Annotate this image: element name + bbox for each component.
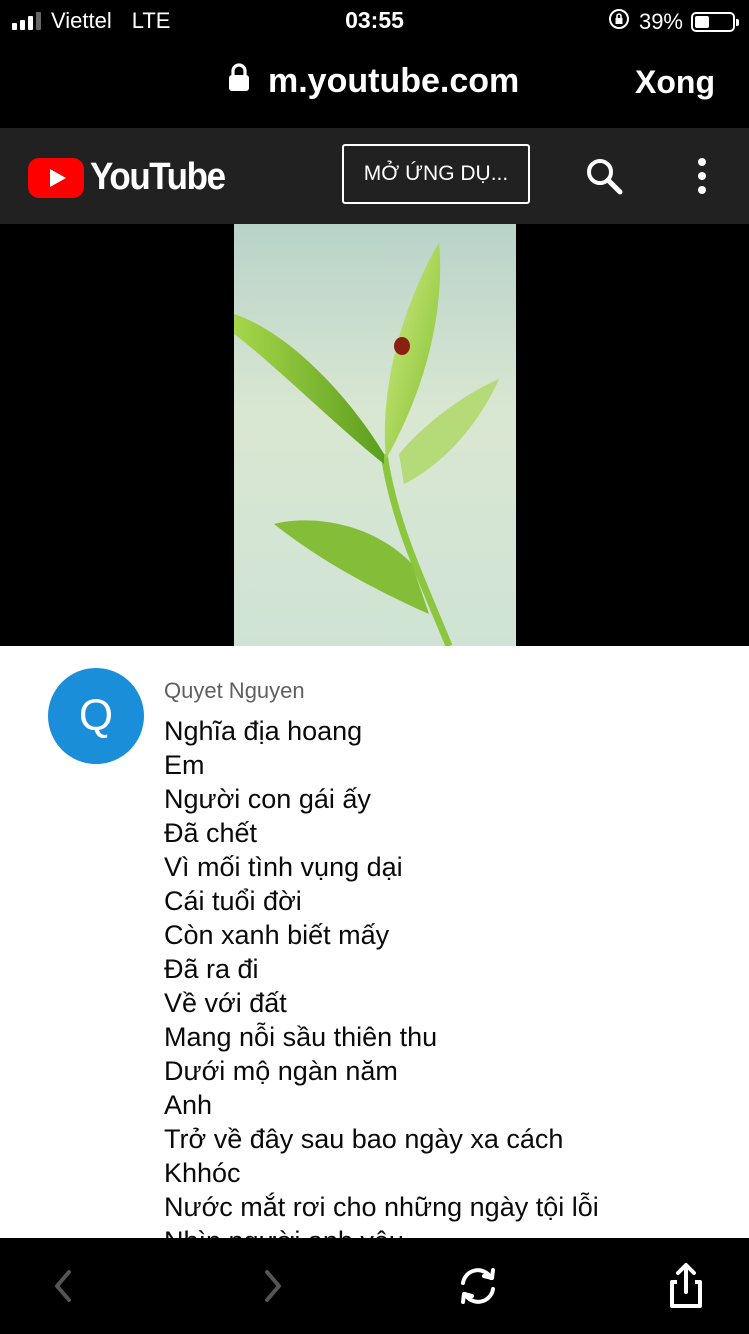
video-player[interactable] xyxy=(0,224,749,646)
comment-line: Về với đất xyxy=(164,988,287,1018)
avatar[interactable]: Q xyxy=(48,668,144,764)
url-text: m.youtube.com xyxy=(268,62,520,100)
browser-toolbar xyxy=(0,1238,749,1334)
comment-line: Em xyxy=(164,750,205,780)
comment-line: Nhìn người anh yêu xyxy=(164,1224,599,1238)
lock-icon xyxy=(228,62,250,101)
share-icon[interactable] xyxy=(660,1260,712,1312)
video-thumbnail xyxy=(234,224,516,646)
status-bar: Viettel LTE 03:55 39% xyxy=(0,0,749,42)
youtube-play-icon xyxy=(28,157,84,198)
comment-line: Cái tuổi đời xyxy=(164,886,302,916)
comment-line: Đã chết xyxy=(164,818,258,848)
comment-line: Mang nỗi sầu thiên thu xyxy=(164,1022,438,1052)
url-display[interactable]: m.youtube.com xyxy=(228,62,519,101)
youtube-header: YouTube MỞ ỨNG DỤ... xyxy=(0,128,749,224)
comment-line: Nghĩa địa hoang xyxy=(164,716,363,746)
open-app-button[interactable]: MỞ ỨNG DỤ... xyxy=(342,144,530,204)
comment-line: Khhóc xyxy=(164,1158,241,1188)
forward-icon[interactable] xyxy=(246,1260,298,1312)
more-options-icon[interactable] xyxy=(688,156,716,196)
comment-line: Còn xanh biết mấy xyxy=(164,920,390,950)
comment-section: Q Quyet Nguyen Nghĩa địa hoang Em Người co… xyxy=(0,646,749,1238)
youtube-logo-text: YouTube xyxy=(90,156,226,198)
rotation-lock-icon xyxy=(607,7,631,37)
comment-author[interactable]: Quyet Nguyen xyxy=(164,678,305,704)
back-icon[interactable] xyxy=(38,1260,90,1312)
battery-icon xyxy=(691,12,739,32)
comment-line: Trở về đây sau bao ngày xa cách xyxy=(164,1124,564,1154)
reload-icon[interactable] xyxy=(452,1260,504,1312)
comment-line: Nước mắt rơi cho những ngày tội lỗi xyxy=(164,1192,599,1222)
leaf-image xyxy=(234,242,499,646)
browser-url-bar: m.youtube.com Xong xyxy=(0,42,749,128)
search-icon[interactable] xyxy=(584,156,624,196)
comment-line: Vì mối tình vụng dại xyxy=(164,852,403,882)
comment-line: Người con gái ấy xyxy=(164,784,371,814)
comment-line: Đã ra đi xyxy=(164,954,259,984)
youtube-logo[interactable]: YouTube xyxy=(28,156,236,199)
battery-percent: 39% xyxy=(638,9,683,34)
done-button[interactable]: Xong xyxy=(635,64,715,101)
comment-line: Dưới mộ ngàn năm xyxy=(164,1056,398,1086)
comment-line: Anh xyxy=(164,1090,213,1120)
comment-text: Nghĩa địa hoang Em Người con gái ấy Đã chết… xyxy=(164,714,599,1238)
